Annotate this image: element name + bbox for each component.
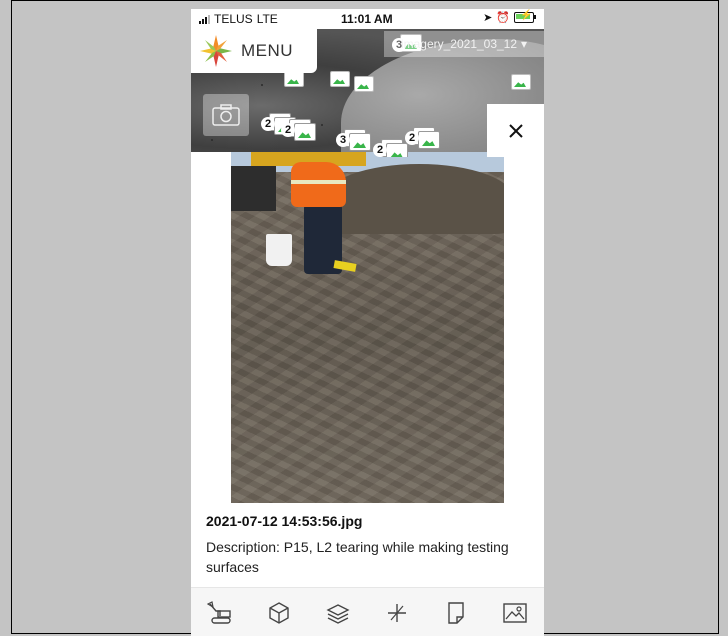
excavator-tool-button[interactable]: [205, 598, 235, 628]
menu-button[interactable]: MENU: [191, 29, 317, 73]
carrier-name: TELUS: [214, 12, 253, 26]
close-icon: [508, 123, 523, 138]
photo-marker[interactable]: [330, 71, 350, 87]
photo-filename: 2021-07-12 14:53:56.jpg: [206, 513, 363, 529]
photo-marker[interactable]: [284, 71, 304, 87]
location-icon: ➤: [483, 12, 493, 24]
worker-in-photo: [266, 162, 366, 287]
photo-marker[interactable]: [354, 76, 374, 92]
photo-description: Description: P15, L2 tearing while makin…: [206, 539, 509, 575]
cluster-count: 2: [373, 143, 387, 157]
camera-button[interactable]: [203, 94, 249, 136]
measure-tool-button[interactable]: [382, 598, 412, 628]
layers-icon: [326, 603, 350, 624]
chevron-down-icon: ▾: [521, 37, 528, 51]
alarm-icon: ⏰: [496, 12, 510, 24]
document-icon: [448, 601, 464, 624]
box-icon: [269, 601, 289, 624]
3d-model-tool-button[interactable]: [264, 598, 294, 628]
imagery-layer-value: imagery_2021_03_12: [400, 37, 518, 51]
excavator-icon: [207, 600, 232, 624]
menu-label: MENU: [241, 41, 294, 60]
document-tool-button[interactable]: [441, 598, 471, 628]
layers-tool-button[interactable]: [323, 598, 353, 628]
close-button[interactable]: [487, 104, 544, 157]
app-logo-icon: [200, 35, 232, 67]
cluster-count: 2: [261, 117, 275, 131]
photo-detail-sheet: 2021-07-12 14:53:56.jpg Description: P15…: [191, 152, 544, 597]
network-type: LTE: [256, 12, 278, 26]
photo-marker[interactable]: [511, 74, 531, 90]
camera-icon: [212, 104, 240, 126]
cluster-count: 3: [336, 133, 350, 147]
site-photo[interactable]: [231, 152, 504, 503]
battery-icon: ⚡: [514, 10, 536, 23]
cluster-count: 2: [405, 131, 419, 145]
status-time: 11:01 AM: [341, 12, 393, 26]
carrier-info: TELUS LTE: [199, 12, 278, 26]
imagery-layer-select[interactable]: imagery_2021_03_12 ▾: [384, 31, 544, 57]
signal-icon: [199, 14, 210, 24]
photo-caption: 2021-07-12 14:53:56.jpg Description: P15…: [206, 513, 536, 577]
status-bar: TELUS LTE 11:01 AM ➤ ⏰ ⚡: [191, 9, 544, 29]
bottom-toolbar: [191, 587, 544, 636]
measure-icon: [387, 603, 406, 622]
image-tool-button[interactable]: [500, 598, 530, 628]
image-icon: [502, 602, 527, 623]
status-indicators: ➤ ⏰ ⚡: [483, 10, 536, 24]
phone-screen: TELUS LTE 11:01 AM ➤ ⏰ ⚡ 3 2 2 3 2 2 MEN…: [191, 9, 544, 636]
cluster-count: 2: [281, 123, 295, 137]
